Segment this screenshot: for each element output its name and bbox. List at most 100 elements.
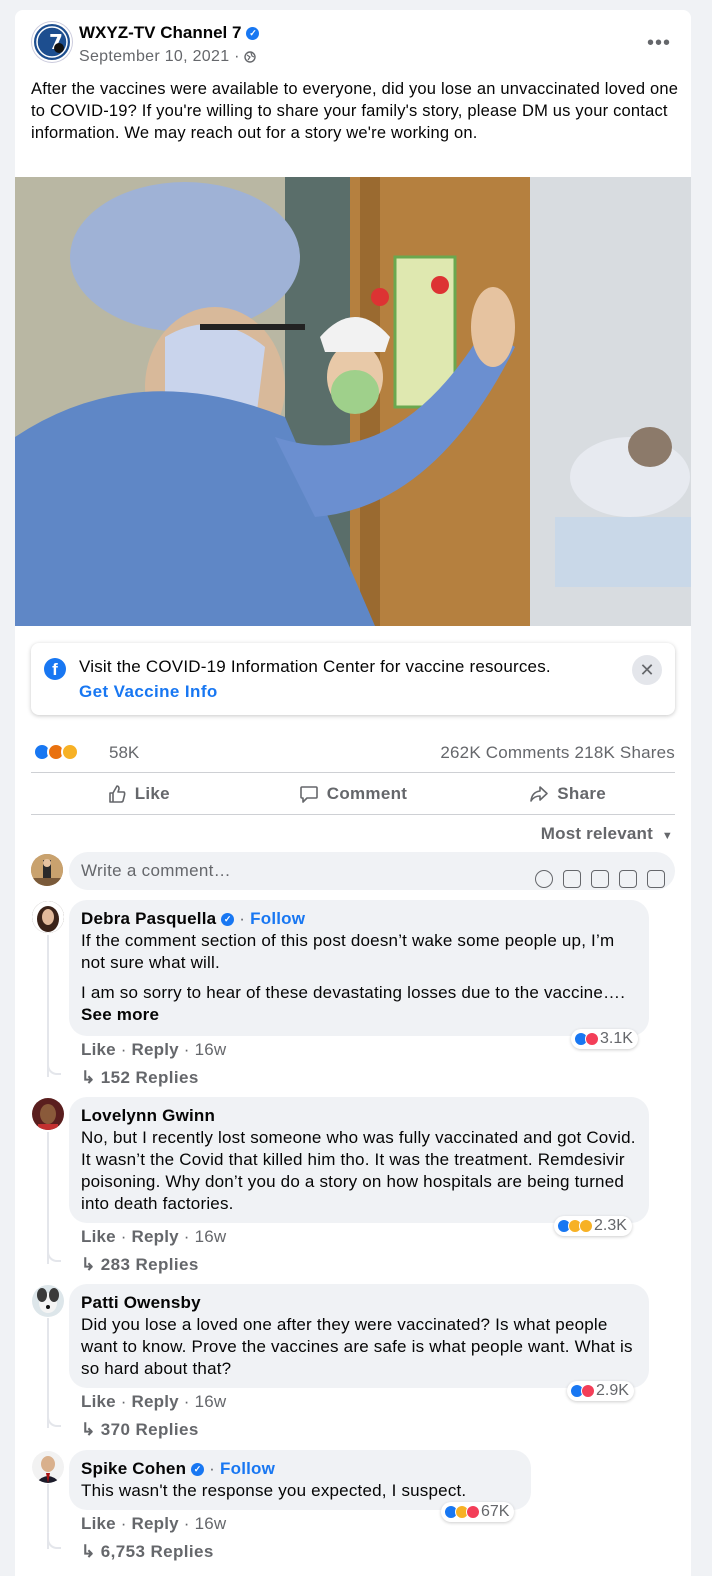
- page-name[interactable]: WXYZ-TV Channel 7 ✓: [79, 23, 260, 43]
- comment-button[interactable]: Comment: [246, 774, 461, 814]
- comment-icon: [299, 786, 318, 803]
- avatar-photo: [32, 1451, 64, 1483]
- comment-author[interactable]: Debra Pasquella: [81, 908, 216, 930]
- page-name-text[interactable]: WXYZ-TV Channel 7: [79, 23, 241, 43]
- post-text: After the vaccines were available to eve…: [31, 80, 679, 142]
- avatar[interactable]: [32, 1098, 64, 1130]
- view-replies-link[interactable]: ↳ 370 Replies: [81, 1420, 199, 1440]
- comment-author[interactable]: Spike Cohen: [81, 1458, 186, 1480]
- hospital-photo-illustration: [15, 177, 691, 626]
- comment-bubble: Patti Owensby Did you lose a loved one a…: [69, 1284, 649, 1388]
- comment-age[interactable]: 16w: [195, 1392, 227, 1411]
- avatar[interactable]: [32, 901, 64, 933]
- verified-badge-icon: ✓: [191, 1462, 205, 1476]
- thread-elbow: [47, 1415, 61, 1427]
- comment-like-button[interactable]: Like: [81, 1514, 116, 1533]
- replies-count[interactable]: 283 Replies: [101, 1255, 199, 1274]
- view-replies-link[interactable]: ↳ 283 Replies: [81, 1255, 199, 1275]
- comment-age[interactable]: 16w: [195, 1040, 227, 1059]
- comment-author[interactable]: Lovelynn Gwinn: [81, 1105, 215, 1127]
- globe-icon: [244, 51, 256, 63]
- comment-bubble: Lovelynn Gwinn No, but I recently lost s…: [69, 1097, 649, 1223]
- user-photo-illustration: [31, 854, 63, 886]
- comment-meta: Like · Reply · 16w: [81, 1040, 227, 1059]
- see-more-link[interactable]: See more: [81, 1005, 159, 1024]
- share-icon: [530, 786, 549, 802]
- avatar-sticker-icon[interactable]: [647, 870, 665, 888]
- reactions-summary: 58K 262K Comments 218K Shares: [31, 741, 675, 765]
- facebook-icon: f: [44, 658, 66, 680]
- post-actions-bar: Like Comment Share: [31, 774, 675, 814]
- comment-like-button[interactable]: Like: [81, 1227, 116, 1246]
- thread-line: [47, 935, 49, 1077]
- replies-count[interactable]: 152 Replies: [101, 1068, 199, 1087]
- comment-like-button[interactable]: Like: [81, 1040, 116, 1059]
- comment-reactions[interactable]: 2.9K: [567, 1381, 634, 1401]
- reaction-icons[interactable]: [33, 743, 79, 761]
- comment-age[interactable]: 16w: [195, 1514, 227, 1533]
- info-center-text: Visit the COVID-19 Information Center fo…: [79, 657, 551, 676]
- view-replies-link[interactable]: ↳ 6,753 Replies: [81, 1542, 214, 1562]
- sort-comments-dropdown[interactable]: Most relevant ▼: [541, 824, 673, 844]
- thread-elbow: [47, 1063, 61, 1075]
- covid-info-center-banner: f Visit the COVID-19 Information Center …: [31, 643, 675, 715]
- love-reaction-icon: [581, 1384, 595, 1398]
- comments-shares-count[interactable]: 262K Comments 218K Shares: [440, 743, 675, 763]
- avatar[interactable]: [32, 1451, 64, 1483]
- comment-text: Did you lose a loved one after they were…: [81, 1315, 633, 1378]
- divider: [31, 814, 675, 815]
- replies-count[interactable]: 370 Replies: [101, 1420, 199, 1439]
- share-label[interactable]: Share: [557, 784, 606, 804]
- comment-reaction-count: 2.9K: [596, 1382, 629, 1399]
- view-replies-link[interactable]: ↳ 152 Replies: [81, 1068, 199, 1088]
- thread-elbow: [47, 1537, 61, 1549]
- comment-reaction-count: 67K: [481, 1503, 510, 1520]
- gif-icon[interactable]: [591, 870, 609, 888]
- comment-author-row: Lovelynn Gwinn: [81, 1105, 637, 1127]
- share-button[interactable]: Share: [460, 774, 675, 814]
- comment-meta: Like · Reply · 16w: [81, 1514, 227, 1533]
- sticker-icon[interactable]: [619, 870, 637, 888]
- comment-reply-button[interactable]: Reply: [132, 1392, 179, 1411]
- post-timestamp[interactable]: September 10, 2021 ·: [79, 48, 256, 66]
- comment-author-row: Debra Pasquella ✓ · Follow: [81, 908, 637, 930]
- camera-icon[interactable]: [563, 870, 581, 888]
- comment-paragraph: I am so sorry to hear of these devastati…: [81, 982, 637, 1026]
- like-label[interactable]: Like: [135, 784, 170, 804]
- comment-text: This wasn't the response you expected, I…: [81, 1481, 467, 1500]
- post-photo[interactable]: [15, 177, 691, 626]
- page-avatar[interactable]: 7: [32, 22, 72, 62]
- comment-paragraph-text: I am so sorry to hear of these devastati…: [81, 983, 626, 1002]
- comment-reactions[interactable]: 3.1K: [571, 1029, 638, 1049]
- like-button[interactable]: Like: [31, 774, 246, 814]
- verified-badge-icon: ✓: [246, 26, 260, 40]
- comment-reactions[interactable]: 2.3K: [554, 1216, 632, 1236]
- comment-author[interactable]: Patti Owensby: [81, 1292, 201, 1314]
- comment-reply-button[interactable]: Reply: [132, 1514, 179, 1533]
- follow-button[interactable]: Follow: [250, 908, 305, 930]
- comment-author-row: Patti Owensby: [81, 1292, 637, 1314]
- close-icon[interactable]: ✕: [632, 655, 662, 685]
- thread-line: [47, 1318, 49, 1428]
- comment-like-button[interactable]: Like: [81, 1392, 116, 1411]
- caret-down-icon: ▼: [661, 830, 673, 842]
- get-vaccine-info-link[interactable]: Get Vaccine Info: [79, 682, 218, 702]
- separator: ·: [239, 909, 246, 928]
- comment-reply-button[interactable]: Reply: [132, 1227, 179, 1246]
- comment-label[interactable]: Comment: [327, 784, 408, 804]
- comment-meta: Like · Reply · 16w: [81, 1392, 227, 1411]
- comment-age[interactable]: 16w: [195, 1227, 227, 1246]
- replies-count[interactable]: 6,753 Replies: [101, 1542, 214, 1561]
- comment-reply-button[interactable]: Reply: [132, 1040, 179, 1059]
- comment-text: No, but I recently lost someone who was …: [81, 1128, 636, 1213]
- comment-reactions[interactable]: 67K: [441, 1502, 515, 1522]
- emoji-icon[interactable]: [535, 870, 553, 888]
- post-date-text[interactable]: September 10, 2021 ·: [79, 48, 240, 66]
- follow-button[interactable]: Follow: [220, 1458, 275, 1480]
- current-user-avatar[interactable]: [31, 854, 63, 886]
- avatar[interactable]: [32, 1285, 64, 1317]
- more-options-icon[interactable]: •••: [647, 32, 671, 55]
- sort-label[interactable]: Most relevant: [541, 824, 653, 843]
- comment-text: If the comment section of this post does…: [81, 930, 637, 1026]
- reaction-count[interactable]: 58K: [109, 743, 139, 763]
